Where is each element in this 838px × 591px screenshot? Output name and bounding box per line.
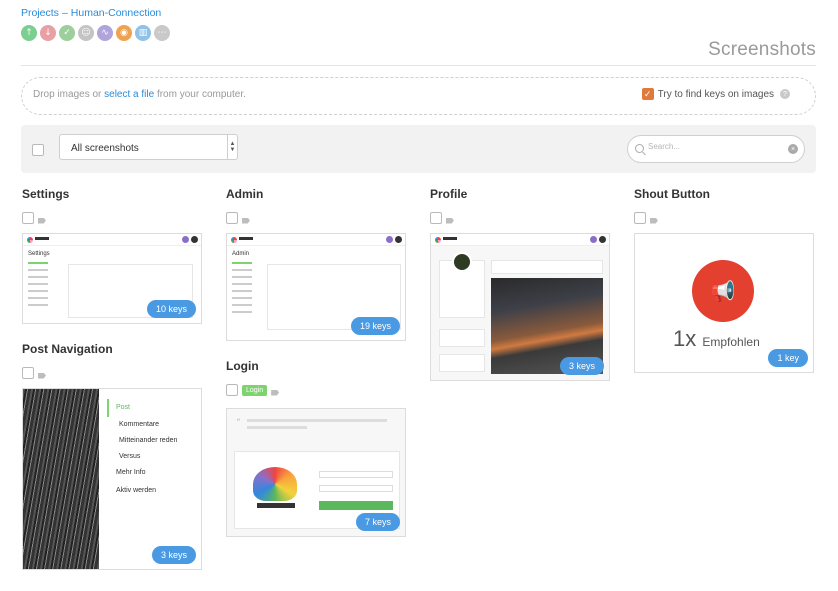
- group-checkbox[interactable]: [22, 367, 34, 379]
- group-checkbox[interactable]: [634, 212, 646, 224]
- arrow-down-icon[interactable]: ↓: [40, 25, 56, 41]
- group-title: Settings: [22, 187, 70, 201]
- status-icon-row: ↑ ↓ ✓ ☺ ∿ ◉ ▥ ⋯: [21, 25, 170, 41]
- find-keys-checkbox[interactable]: ✓: [641, 88, 654, 100]
- search-box[interactable]: ×: [627, 135, 805, 163]
- dropzone-text: Drop images or select a file from your c…: [33, 89, 246, 100]
- filter-bar: All screenshots ▲▼ ×: [21, 125, 816, 173]
- shout-count: 1x Empfohlen: [673, 326, 760, 351]
- group-checkbox[interactable]: [226, 212, 238, 224]
- keys-badge[interactable]: 3 keys: [559, 357, 604, 375]
- tag-icon[interactable]: [242, 217, 250, 224]
- keys-badge[interactable]: 19 keys: [350, 317, 400, 335]
- group-title: Shout Button: [634, 187, 710, 201]
- tag-icon[interactable]: [38, 217, 46, 224]
- search-icon: [635, 144, 644, 153]
- login-tag[interactable]: Login: [242, 384, 268, 396]
- screenshot-thumbnail-profile[interactable]: 3 keys: [430, 233, 610, 381]
- keys-badge[interactable]: 3 keys: [151, 546, 196, 564]
- check-icon[interactable]: ✓: [59, 25, 75, 41]
- accessibility-icon[interactable]: ☺: [78, 25, 94, 41]
- search-input[interactable]: [648, 142, 778, 151]
- breadcrumb: Projects – Human-Connection: [21, 7, 161, 19]
- group-title: Profile: [430, 187, 468, 201]
- select-all-checkbox[interactable]: [32, 144, 44, 156]
- page-title: Screenshots: [708, 39, 816, 60]
- group-title: Login: [226, 359, 259, 373]
- camera-icon[interactable]: ◉: [116, 25, 132, 41]
- group-checkbox[interactable]: [430, 212, 442, 224]
- tag-icon[interactable]: [446, 217, 454, 224]
- select-file-link[interactable]: select a file: [104, 89, 154, 100]
- title-divider: [21, 65, 816, 66]
- breadcrumb-project-link[interactable]: Human-Connection: [71, 7, 161, 19]
- group-title: Post Navigation: [22, 342, 113, 356]
- screenshot-thumbnail-login[interactable]: “ 7 keys: [226, 408, 406, 537]
- screenshot-thumbnail-shout-button[interactable]: 📢 1x Empfohlen 1 key: [634, 233, 814, 373]
- group-checkbox[interactable]: [226, 384, 238, 396]
- group-profile: Profile: [430, 187, 467, 225]
- screenshot-thumbnail-settings[interactable]: Settings 10 keys: [22, 233, 202, 324]
- select-value: All screenshots: [71, 143, 139, 154]
- keys-badge[interactable]: 10 keys: [146, 300, 196, 318]
- group-post-navigation: Post Navigation: [22, 342, 113, 380]
- keys-badge[interactable]: 7 keys: [355, 513, 400, 531]
- group-checkbox[interactable]: [22, 212, 34, 224]
- book-icon[interactable]: ▥: [135, 25, 151, 41]
- select-caret-icon: ▲ ▼: [227, 135, 237, 159]
- breadcrumb-projects-link[interactable]: Projects: [21, 7, 59, 19]
- group-shout-button: Shout Button: [634, 187, 710, 225]
- help-icon[interactable]: ?: [780, 89, 790, 99]
- tag-icon[interactable]: [271, 389, 280, 396]
- group-title: Admin: [226, 187, 264, 201]
- screenshot-filter-select[interactable]: All screenshots ▲ ▼: [59, 134, 238, 160]
- arrow-up-icon[interactable]: ↑: [21, 25, 37, 41]
- screenshot-thumbnail-post-navigation[interactable]: Post Kommentare Mitteinander reden Versu…: [22, 388, 202, 570]
- grass-photo: [23, 389, 99, 569]
- megaphone-icon: 📢: [692, 260, 754, 322]
- tag-icon[interactable]: [650, 217, 658, 224]
- clear-search-icon[interactable]: ×: [788, 144, 798, 154]
- tag-icon[interactable]: [38, 372, 46, 379]
- group-admin: Admin: [226, 187, 263, 225]
- keys-badge[interactable]: 1 key: [768, 349, 808, 367]
- screenshot-thumbnail-admin[interactable]: Admin 19 keys: [226, 233, 406, 341]
- activity-icon[interactable]: ∿: [97, 25, 113, 41]
- image-dropzone[interactable]: Drop images or select a file from your c…: [21, 77, 816, 115]
- find-keys-label: Try to find keys on images: [657, 88, 774, 100]
- find-keys-option[interactable]: ✓ Try to find keys on images ?: [641, 88, 790, 100]
- breadcrumb-separator: –: [61, 7, 68, 19]
- more-icon[interactable]: ⋯: [154, 25, 170, 41]
- group-login: Login Login: [226, 359, 280, 397]
- group-settings: Settings: [22, 187, 69, 225]
